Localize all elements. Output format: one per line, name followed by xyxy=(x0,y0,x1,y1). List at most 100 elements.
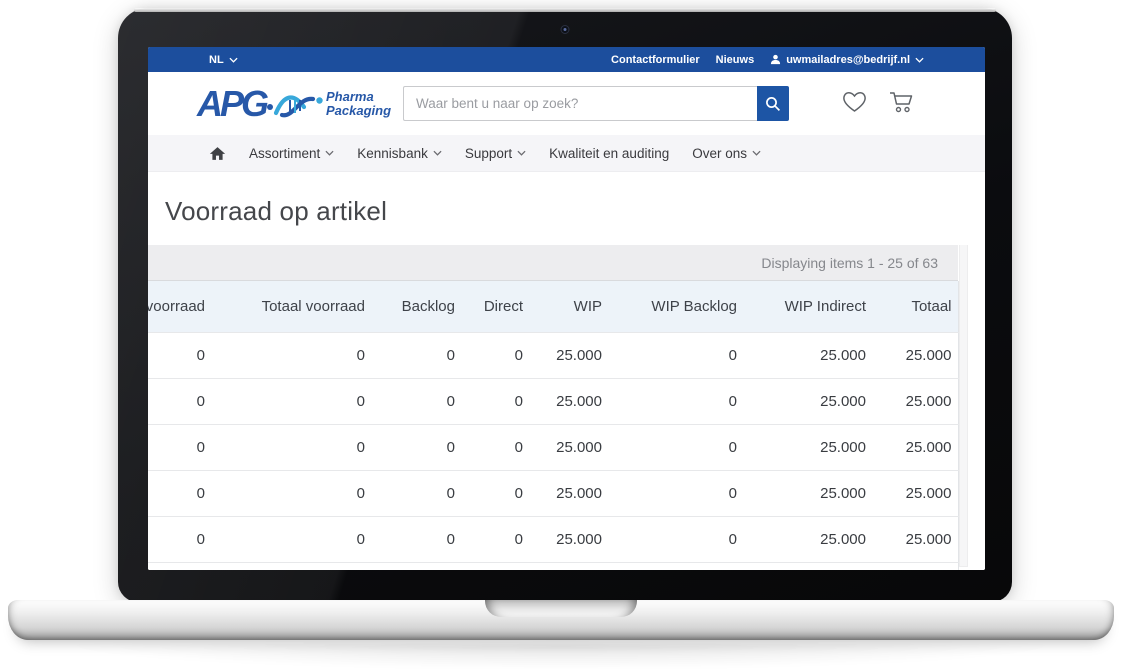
laptop-reflection xyxy=(60,644,1062,669)
table-row[interactable]: 000025.000025.00025.000 xyxy=(148,378,958,424)
table-cell: 0 xyxy=(365,378,455,424)
table-cell: 0 xyxy=(148,516,205,562)
chevron-down-icon xyxy=(752,150,761,156)
page-title: Voorraad op artikel xyxy=(165,196,985,227)
page-content: Voorraad op artikel Displaying items 1 -… xyxy=(148,196,985,570)
table-cell: 0 xyxy=(148,424,205,470)
nav-item-over-ons[interactable]: Over ons xyxy=(692,146,761,161)
table-cell: 25.000 xyxy=(523,562,602,570)
contact-form-link[interactable]: Contactformulier xyxy=(611,54,700,66)
chevron-down-icon xyxy=(517,150,526,156)
stock-table-container: Displaying items 1 - 25 of 63 voorraad T… xyxy=(148,245,958,570)
table-cell: 25.000 xyxy=(737,424,866,470)
table-cell: 25.000 xyxy=(737,470,866,516)
table-row[interactable]: 000025.000025.00025.000 xyxy=(148,562,958,570)
table-cell: 25.000 xyxy=(523,424,602,470)
column-header-totaal[interactable]: Totaal xyxy=(866,281,958,332)
table-row[interactable]: 000025.000025.00025.000 xyxy=(148,516,958,562)
table-cell: 0 xyxy=(365,424,455,470)
search-icon xyxy=(765,96,781,112)
table-cell: 0 xyxy=(365,562,455,570)
table-cell: 0 xyxy=(148,470,205,516)
nav-item-support[interactable]: Support xyxy=(465,146,526,161)
table-cell: 25.000 xyxy=(866,562,958,570)
table-cell: 0 xyxy=(602,424,737,470)
table-row[interactable]: 000025.000025.00025.000 xyxy=(148,470,958,516)
table-cell: 25.000 xyxy=(866,378,958,424)
site-logo[interactable]: APG Pharma Packaging xyxy=(197,86,391,122)
chevron-down-icon xyxy=(433,150,442,156)
table-cell: 25.000 xyxy=(523,470,602,516)
home-icon xyxy=(209,146,226,161)
table-header-row: voorraad Totaal voorraad Backlog Direct … xyxy=(148,281,958,332)
table-cell: 0 xyxy=(205,516,365,562)
logo-acronym: APG xyxy=(197,86,266,122)
column-header-wip-indirect[interactable]: WIP Indirect xyxy=(737,281,866,332)
webcam-icon xyxy=(561,25,570,34)
logo-brand-line2: Packaging xyxy=(326,104,391,118)
table-cell: 0 xyxy=(455,378,523,424)
nav-home-button[interactable] xyxy=(209,146,226,161)
search-input[interactable] xyxy=(403,86,757,121)
table-cell: 25.000 xyxy=(737,562,866,570)
chevron-down-icon xyxy=(229,57,238,63)
nav-item-kwaliteit-en-auditing[interactable]: Kwaliteit en auditing xyxy=(549,146,669,161)
logo-brand-line1: Pharma xyxy=(326,90,391,104)
table-cell: 25.000 xyxy=(737,332,866,378)
table-cell: 25.000 xyxy=(866,516,958,562)
table-cell: 25.000 xyxy=(737,516,866,562)
account-email: uwmailadres@bedrijf.nl xyxy=(786,54,910,66)
chevron-down-icon xyxy=(915,57,924,63)
table-cell: 0 xyxy=(455,332,523,378)
stock-table: voorraad Totaal voorraad Backlog Direct … xyxy=(148,281,959,570)
table-cell: 0 xyxy=(455,562,523,570)
column-header-wip-backlog[interactable]: WIP Backlog xyxy=(602,281,737,332)
table-cell: 25.000 xyxy=(523,332,602,378)
cart-icon xyxy=(888,89,916,115)
language-label: NL xyxy=(209,54,224,66)
column-header-voorraad[interactable]: voorraad xyxy=(148,281,205,332)
table-cell: 25.000 xyxy=(737,378,866,424)
table-cell: 25.000 xyxy=(866,470,958,516)
pagination-status: Displaying items 1 - 25 of 63 xyxy=(148,245,958,281)
search-bar xyxy=(403,86,789,121)
laptop-base-notch xyxy=(485,600,637,617)
table-cell: 0 xyxy=(365,332,455,378)
laptop-lid: NL Contactformulier Nieuws uwmailadres@b… xyxy=(118,8,1012,602)
table-row[interactable]: 000025.000025.00025.000 xyxy=(148,424,958,470)
table-cell: 0 xyxy=(602,470,737,516)
table-scrollbar[interactable] xyxy=(959,245,968,567)
column-header-backlog[interactable]: Backlog xyxy=(365,281,455,332)
table-cell: 0 xyxy=(148,332,205,378)
wishlist-button[interactable] xyxy=(841,89,868,119)
top-utility-bar: NL Contactformulier Nieuws uwmailadres@b… xyxy=(148,47,985,72)
column-header-wip[interactable]: WIP xyxy=(523,281,602,332)
table-cell: 0 xyxy=(205,562,365,570)
nav-item-assortiment[interactable]: Assortiment xyxy=(249,146,334,161)
column-header-totaal-voorraad[interactable]: Totaal voorraad xyxy=(205,281,365,332)
nav-item-kennisbank[interactable]: Kennisbank xyxy=(357,146,442,161)
language-selector[interactable]: NL xyxy=(209,54,238,66)
news-link[interactable]: Nieuws xyxy=(716,54,755,66)
table-cell: 0 xyxy=(148,562,205,570)
person-icon xyxy=(770,54,781,65)
table-cell: 0 xyxy=(205,332,365,378)
table-cell: 0 xyxy=(205,470,365,516)
site-header: APG Pharma Packaging xyxy=(148,72,985,135)
column-header-direct[interactable]: Direct xyxy=(455,281,523,332)
table-cell: 0 xyxy=(602,332,737,378)
search-button[interactable] xyxy=(757,86,789,121)
cart-button[interactable] xyxy=(888,89,916,120)
table-body: 000025.000025.00025.000000025.000025.000… xyxy=(148,332,958,570)
table-row[interactable]: 000025.000025.00025.000 xyxy=(148,332,958,378)
main-nav: Assortiment Kennisbank Support Kwaliteit… xyxy=(148,135,985,172)
account-menu[interactable]: uwmailadres@bedrijf.nl xyxy=(770,54,924,66)
laptop-lid-edge xyxy=(134,8,996,12)
table-cell: 25.000 xyxy=(523,516,602,562)
dna-logo-icon xyxy=(266,86,324,122)
nav-item-label: Over ons xyxy=(692,146,747,161)
table-cell: 0 xyxy=(148,378,205,424)
heart-icon xyxy=(841,89,868,114)
chevron-down-icon xyxy=(325,150,334,156)
table-cell: 0 xyxy=(602,516,737,562)
